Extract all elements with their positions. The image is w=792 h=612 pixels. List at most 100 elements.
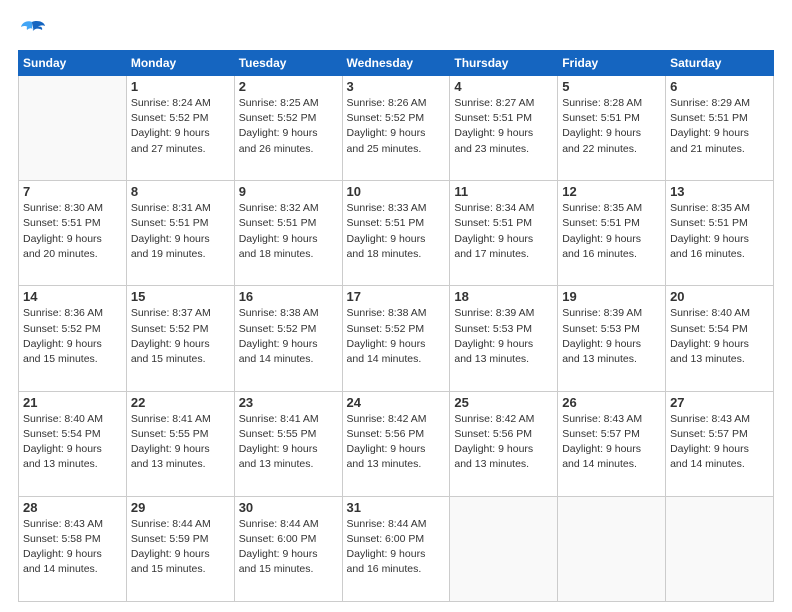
- day-number: 17: [347, 289, 446, 304]
- day-cell: 16Sunrise: 8:38 AM Sunset: 5:52 PM Dayli…: [234, 286, 342, 391]
- day-cell: 3 Sunrise: 8:26 AM Sunset: 5:52 PM Daylig…: [342, 76, 450, 181]
- day-number: 19: [562, 289, 661, 304]
- day-number: 7: [23, 184, 122, 199]
- day-cell: 8 Sunrise: 8:31 AM Sunset: 5:51 PM Daylig…: [126, 181, 234, 286]
- header: [18, 18, 774, 42]
- day-number: 28: [23, 500, 122, 515]
- day-cell: [666, 496, 774, 601]
- day-cell: 12 Sunrise: 8:35 AM Sunset: 5:51 PM Dayli…: [558, 181, 666, 286]
- day-cell: 22Sunrise: 8:41 AM Sunset: 5:55 PM Dayli…: [126, 391, 234, 496]
- day-info: Sunrise: 8:40 AM Sunset: 5:54 PM Dayligh…: [23, 412, 122, 473]
- day-number: 24: [347, 395, 446, 410]
- header-day-thursday: Thursday: [450, 51, 558, 76]
- day-number: 10: [347, 184, 446, 199]
- day-cell: 15Sunrise: 8:37 AM Sunset: 5:52 PM Dayli…: [126, 286, 234, 391]
- header-day-monday: Monday: [126, 51, 234, 76]
- day-cell: 28 Sunrise: 8:43 AM Sunset: 5:58 PM Dayli…: [19, 496, 127, 601]
- day-number: 4: [454, 79, 553, 94]
- day-info: Sunrise: 8:41 AM Sunset: 5:55 PM Dayligh…: [239, 412, 338, 473]
- day-info: Sunrise: 8:39 AM Sunset: 5:53 PM Dayligh…: [454, 306, 553, 367]
- day-number: 22: [131, 395, 230, 410]
- day-cell: 26 Sunrise: 8:43 AM Sunset: 5:57 PM Dayli…: [558, 391, 666, 496]
- day-number: 29: [131, 500, 230, 515]
- day-info: Sunrise: 8:40 AM Sunset: 5:54 PM Dayligh…: [670, 306, 769, 367]
- day-cell: 25 Sunrise: 8:42 AM Sunset: 5:56 PM Dayli…: [450, 391, 558, 496]
- day-number: 20: [670, 289, 769, 304]
- day-cell: [558, 496, 666, 601]
- day-number: 30: [239, 500, 338, 515]
- day-info: Sunrise: 8:29 AM Sunset: 5:51 PM Dayligh…: [670, 96, 769, 157]
- day-info: Sunrise: 8:31 AM Sunset: 5:51 PM Dayligh…: [131, 201, 230, 262]
- day-info: Sunrise: 8:33 AM Sunset: 5:51 PM Dayligh…: [347, 201, 446, 262]
- day-info: Sunrise: 8:24 AM Sunset: 5:52 PM Dayligh…: [131, 96, 230, 157]
- day-cell: 4 Sunrise: 8:27 AM Sunset: 5:51 PM Daylig…: [450, 76, 558, 181]
- header-row: SundayMondayTuesdayWednesdayThursdayFrid…: [19, 51, 774, 76]
- day-number: 13: [670, 184, 769, 199]
- header-day-sunday: Sunday: [19, 51, 127, 76]
- header-day-friday: Friday: [558, 51, 666, 76]
- day-number: 6: [670, 79, 769, 94]
- day-number: 12: [562, 184, 661, 199]
- day-info: Sunrise: 8:26 AM Sunset: 5:52 PM Dayligh…: [347, 96, 446, 157]
- day-info: Sunrise: 8:34 AM Sunset: 5:51 PM Dayligh…: [454, 201, 553, 262]
- day-number: 5: [562, 79, 661, 94]
- day-info: Sunrise: 8:35 AM Sunset: 5:51 PM Dayligh…: [670, 201, 769, 262]
- week-row-2: 7Sunrise: 8:30 AM Sunset: 5:51 PM Daylig…: [19, 181, 774, 286]
- day-info: Sunrise: 8:35 AM Sunset: 5:51 PM Dayligh…: [562, 201, 661, 262]
- day-number: 14: [23, 289, 122, 304]
- day-number: 27: [670, 395, 769, 410]
- header-day-tuesday: Tuesday: [234, 51, 342, 76]
- day-info: Sunrise: 8:39 AM Sunset: 5:53 PM Dayligh…: [562, 306, 661, 367]
- day-info: Sunrise: 8:36 AM Sunset: 5:52 PM Dayligh…: [23, 306, 122, 367]
- day-number: 1: [131, 79, 230, 94]
- day-cell: 18 Sunrise: 8:39 AM Sunset: 5:53 PM Dayli…: [450, 286, 558, 391]
- day-cell: 21Sunrise: 8:40 AM Sunset: 5:54 PM Dayli…: [19, 391, 127, 496]
- day-cell: [450, 496, 558, 601]
- day-number: 25: [454, 395, 553, 410]
- day-info: Sunrise: 8:44 AM Sunset: 6:00 PM Dayligh…: [347, 517, 446, 578]
- day-cell: 30 Sunrise: 8:44 AM Sunset: 6:00 PM Dayli…: [234, 496, 342, 601]
- day-cell: 5 Sunrise: 8:28 AM Sunset: 5:51 PM Daylig…: [558, 76, 666, 181]
- logo: [18, 18, 50, 42]
- day-cell: 10 Sunrise: 8:33 AM Sunset: 5:51 PM Dayli…: [342, 181, 450, 286]
- day-cell: 9Sunrise: 8:32 AM Sunset: 5:51 PM Daylig…: [234, 181, 342, 286]
- day-cell: 29Sunrise: 8:44 AM Sunset: 5:59 PM Dayli…: [126, 496, 234, 601]
- day-cell: [19, 76, 127, 181]
- day-cell: 19 Sunrise: 8:39 AM Sunset: 5:53 PM Dayli…: [558, 286, 666, 391]
- day-info: Sunrise: 8:42 AM Sunset: 5:56 PM Dayligh…: [454, 412, 553, 473]
- day-number: 26: [562, 395, 661, 410]
- week-row-5: 28 Sunrise: 8:43 AM Sunset: 5:58 PM Dayli…: [19, 496, 774, 601]
- day-cell: 6 Sunrise: 8:29 AM Sunset: 5:51 PM Daylig…: [666, 76, 774, 181]
- day-cell: 17 Sunrise: 8:38 AM Sunset: 5:52 PM Dayli…: [342, 286, 450, 391]
- page: SundayMondayTuesdayWednesdayThursdayFrid…: [0, 0, 792, 612]
- day-info: Sunrise: 8:27 AM Sunset: 5:51 PM Dayligh…: [454, 96, 553, 157]
- week-row-4: 21Sunrise: 8:40 AM Sunset: 5:54 PM Dayli…: [19, 391, 774, 496]
- day-number: 15: [131, 289, 230, 304]
- day-cell: 2Sunrise: 8:25 AM Sunset: 5:52 PM Daylig…: [234, 76, 342, 181]
- day-info: Sunrise: 8:43 AM Sunset: 5:57 PM Dayligh…: [562, 412, 661, 473]
- day-info: Sunrise: 8:38 AM Sunset: 5:52 PM Dayligh…: [239, 306, 338, 367]
- header-day-saturday: Saturday: [666, 51, 774, 76]
- day-info: Sunrise: 8:38 AM Sunset: 5:52 PM Dayligh…: [347, 306, 446, 367]
- day-info: Sunrise: 8:28 AM Sunset: 5:51 PM Dayligh…: [562, 96, 661, 157]
- day-number: 18: [454, 289, 553, 304]
- day-number: 8: [131, 184, 230, 199]
- week-row-3: 14 Sunrise: 8:36 AM Sunset: 5:52 PM Dayli…: [19, 286, 774, 391]
- day-info: Sunrise: 8:43 AM Sunset: 5:58 PM Dayligh…: [23, 517, 122, 578]
- day-cell: 14 Sunrise: 8:36 AM Sunset: 5:52 PM Dayli…: [19, 286, 127, 391]
- header-day-wednesday: Wednesday: [342, 51, 450, 76]
- day-cell: 27 Sunrise: 8:43 AM Sunset: 5:57 PM Dayli…: [666, 391, 774, 496]
- day-cell: 1 Sunrise: 8:24 AM Sunset: 5:52 PM Daylig…: [126, 76, 234, 181]
- day-info: Sunrise: 8:43 AM Sunset: 5:57 PM Dayligh…: [670, 412, 769, 473]
- day-number: 3: [347, 79, 446, 94]
- day-cell: 13 Sunrise: 8:35 AM Sunset: 5:51 PM Dayli…: [666, 181, 774, 286]
- week-row-1: 1 Sunrise: 8:24 AM Sunset: 5:52 PM Daylig…: [19, 76, 774, 181]
- day-cell: 23 Sunrise: 8:41 AM Sunset: 5:55 PM Dayli…: [234, 391, 342, 496]
- calendar-table: SundayMondayTuesdayWednesdayThursdayFrid…: [18, 50, 774, 602]
- day-number: 23: [239, 395, 338, 410]
- day-info: Sunrise: 8:44 AM Sunset: 6:00 PM Dayligh…: [239, 517, 338, 578]
- day-info: Sunrise: 8:25 AM Sunset: 5:52 PM Dayligh…: [239, 96, 338, 157]
- day-cell: 7Sunrise: 8:30 AM Sunset: 5:51 PM Daylig…: [19, 181, 127, 286]
- day-cell: 20 Sunrise: 8:40 AM Sunset: 5:54 PM Dayli…: [666, 286, 774, 391]
- day-cell: 11Sunrise: 8:34 AM Sunset: 5:51 PM Dayli…: [450, 181, 558, 286]
